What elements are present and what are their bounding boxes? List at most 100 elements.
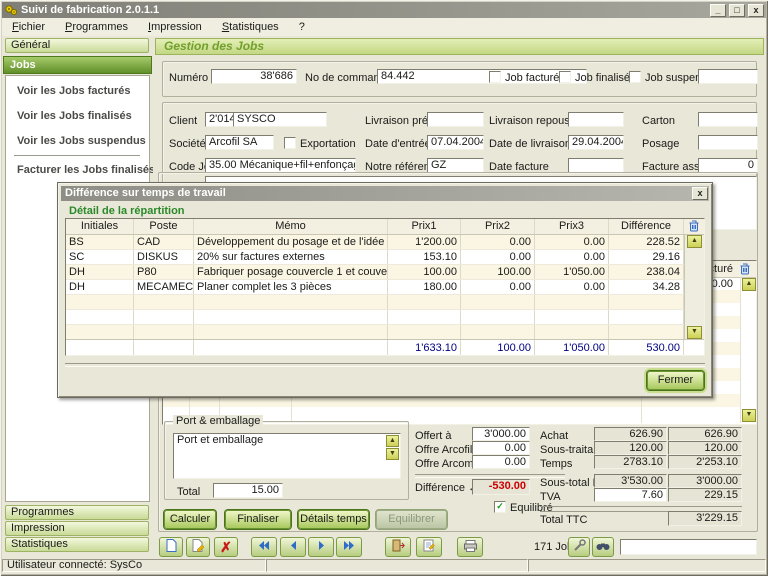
date-entree-field[interactable]: 07.04.2004	[427, 135, 484, 150]
numero-field[interactable]: 38'686	[211, 69, 297, 84]
sidebar-item-jobs-suspendus[interactable]: Voir les Jobs suspendus	[17, 135, 146, 147]
menu-impression[interactable]: Impression	[138, 19, 212, 35]
notre-reference-field[interactable]: GZ	[427, 158, 484, 173]
page-title: Gestion des Jobs	[155, 38, 764, 55]
table-row-empty[interactable]	[66, 325, 684, 340]
facture-associee-field[interactable]: 0	[698, 158, 758, 173]
sidebar-item-jobs-factures[interactable]: Voir les Jobs facturés	[17, 85, 131, 97]
cell-initiales: DH	[66, 265, 134, 279]
scroll-down-icon[interactable]: ▼	[687, 326, 702, 339]
edit-record-button[interactable]	[186, 537, 210, 557]
trash-icon[interactable]	[740, 263, 750, 278]
search-tool-button[interactable]	[568, 537, 590, 557]
carton-field[interactable]	[698, 112, 758, 127]
table-row[interactable]: DH MECAMEC Planer complet les 3 pièces 1…	[66, 280, 684, 295]
equilibrer-button[interactable]: Equilibrer	[376, 510, 447, 529]
port-total-field[interactable]: 15.00	[213, 483, 283, 498]
details-temps-button[interactable]: Détails temps	[298, 510, 369, 529]
col-initiales[interactable]: Initiales	[66, 219, 134, 234]
next-record-icon	[318, 541, 325, 553]
sidebar-section-impression[interactable]: Impression	[5, 521, 149, 536]
app-gears-icon	[4, 4, 18, 16]
first-record-button[interactable]	[251, 537, 277, 557]
dialog-separator	[65, 363, 705, 367]
sidebar-section-general[interactable]: Général	[5, 38, 149, 53]
job-finalise-checkbox[interactable]	[559, 71, 571, 83]
col-prix2[interactable]: Prix2	[461, 219, 535, 234]
sidebar-item-jobs-finalises[interactable]: Voir les Jobs finalisés	[17, 110, 132, 122]
scroll-down-icon[interactable]: ▼	[386, 448, 399, 460]
col-memo[interactable]: Mémo	[194, 219, 388, 234]
scroll-up-icon[interactable]: ▲	[386, 435, 399, 447]
table-row[interactable]: DH P80 Fabriquer posage couvercle 1 et c…	[66, 265, 684, 280]
col-prix1[interactable]: Prix1	[388, 219, 461, 234]
table-row[interactable]: BS CAD Développement du posage et de l'i…	[66, 235, 684, 250]
offre-arcomec-field[interactable]: 0.00	[472, 455, 530, 469]
sidebar-item-facturer-jobs[interactable]: Facturer les Jobs finalisés	[17, 164, 155, 176]
offre-arcofil-field[interactable]: 0.00	[472, 441, 530, 455]
exportation-checkbox[interactable]	[284, 137, 296, 149]
societe-field[interactable]: Arcofil SA	[205, 135, 274, 150]
job-suspendu-checkbox[interactable]	[629, 71, 641, 83]
col-prix3[interactable]: Prix3	[535, 219, 609, 234]
find-button[interactable]	[592, 537, 614, 557]
menu-fichier[interactable]: Fichier	[2, 19, 55, 35]
calculer-button[interactable]: Calculer	[164, 510, 216, 529]
client-name-field[interactable]: SYSCO	[233, 112, 327, 127]
fermer-button[interactable]: Fermer	[647, 371, 704, 390]
print-button[interactable]	[457, 537, 483, 557]
exit-button[interactable]	[385, 537, 411, 557]
equilibre-checkbox[interactable]: ✓	[494, 501, 506, 513]
dialog-title-bar[interactable]: Différence sur temps de travail x	[61, 186, 709, 201]
client-code-field[interactable]: 2'014	[205, 112, 234, 127]
date-livraison-field[interactable]: 29.04.2004	[568, 135, 624, 150]
livraison-repoussee-field[interactable]	[568, 112, 624, 127]
next-record-button[interactable]	[308, 537, 334, 557]
table-scrollbar[interactable]: ▲ ▼	[684, 235, 704, 339]
scroll-down-icon[interactable]: ▼	[742, 409, 756, 422]
suspendu-extra-field[interactable]	[698, 69, 758, 84]
sidebar-section-statistiques[interactable]: Statistiques	[5, 537, 149, 552]
scroll-up-icon[interactable]: ▲	[742, 278, 756, 291]
offre-arcofil-label: Offre Arcofil	[415, 444, 472, 456]
cell-memo: Fabriquer posage couvercle 1 et couvercl…	[194, 265, 388, 279]
delete-record-button[interactable]: ✗	[214, 537, 238, 557]
minimize-button[interactable]: _	[710, 4, 726, 17]
report-button[interactable]	[416, 537, 442, 557]
date-facture-field[interactable]	[568, 158, 624, 173]
close-button[interactable]: x	[748, 4, 764, 17]
trash-icon[interactable]	[684, 219, 704, 234]
livraison-prevue-field[interactable]	[427, 112, 484, 127]
code-job-field[interactable]: 35.00 Mécanique+fil+enfonçage/Divers	[205, 158, 356, 173]
menu-statistiques[interactable]: Statistiques	[212, 19, 289, 35]
window-title: Suivi de fabrication 2.0.1.1	[21, 4, 707, 16]
table-row-empty[interactable]	[66, 295, 684, 310]
finaliser-button[interactable]: Finaliser	[225, 510, 291, 529]
sidebar-section-programmes[interactable]: Programmes	[5, 505, 149, 520]
dialog-close-icon[interactable]: x	[692, 187, 708, 200]
col-poste[interactable]: Poste	[134, 219, 194, 234]
menu-help[interactable]: ?	[289, 19, 315, 35]
status-panel-2	[266, 559, 528, 572]
menu-programmes[interactable]: Programmes	[55, 19, 138, 35]
maximize-button[interactable]: □	[729, 4, 745, 17]
port-memo-field[interactable]: Port et emballage ▲ ▼	[173, 433, 401, 479]
quick-search-input[interactable]	[620, 539, 757, 555]
title-bar: Suivi de fabrication 2.0.1.1 _ □ x	[2, 2, 766, 18]
new-record-button[interactable]	[159, 537, 183, 557]
repartition-table: Initiales Poste Mémo Prix1 Prix2 Prix3 D…	[65, 218, 705, 356]
posage-field[interactable]	[698, 135, 758, 150]
tva-field-1[interactable]: 7.60	[594, 488, 667, 502]
last-record-button[interactable]	[336, 537, 362, 557]
table-row-empty[interactable]	[66, 310, 684, 325]
offert-a-field[interactable]: 3'000.00	[472, 427, 530, 441]
scroll-up-icon[interactable]: ▲	[687, 235, 702, 248]
sidebar-section-jobs[interactable]: Jobs	[3, 56, 152, 74]
table-row[interactable]: SC DISKUS 20% sur factures externes 153.…	[66, 250, 684, 265]
previous-record-button[interactable]	[280, 537, 306, 557]
job-facture-checkbox[interactable]	[489, 71, 501, 83]
cell-prix1: 153.10	[388, 250, 461, 264]
col-difference[interactable]: Différence	[609, 219, 684, 234]
sous-traitance-field-2: 120.00	[668, 441, 742, 455]
total-prix3: 1'050.00	[535, 340, 609, 355]
